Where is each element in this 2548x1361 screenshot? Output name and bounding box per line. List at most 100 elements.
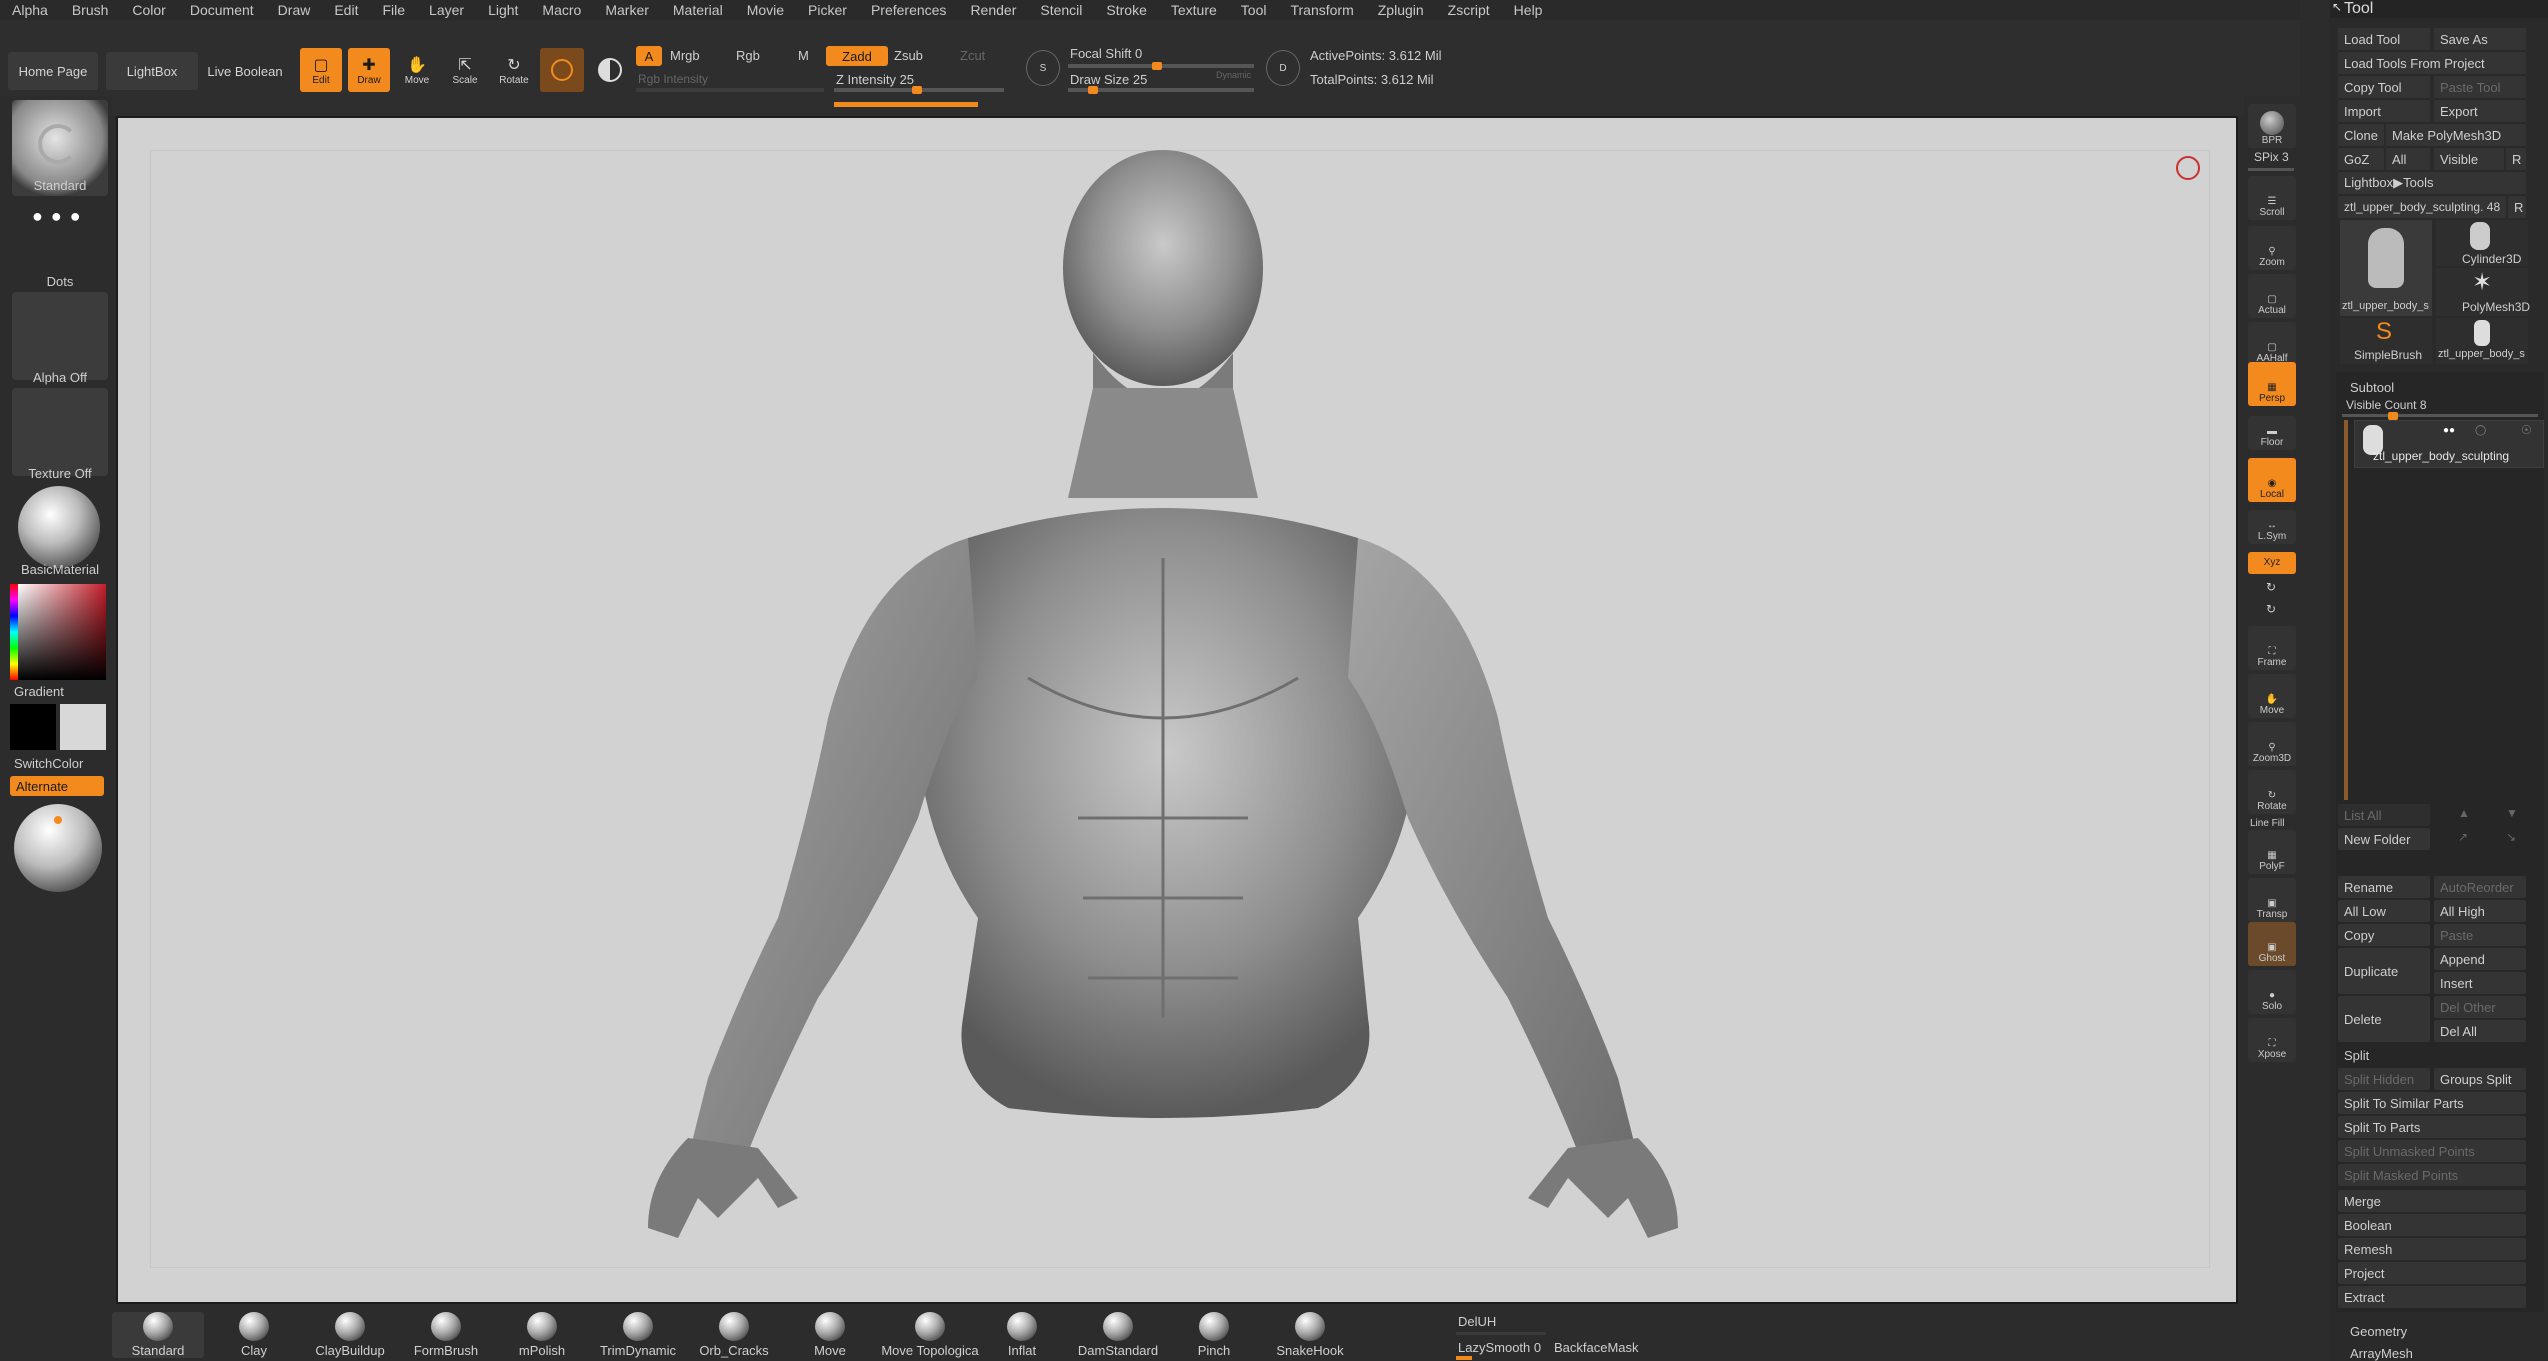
tool-thumb-upper-body-2[interactable]: ztl_upper_body_s	[2436, 318, 2528, 364]
aahalf-button[interactable]: ▢ AAHalf	[2248, 322, 2296, 366]
xpose-button[interactable]: ⛶ Xpose	[2248, 1018, 2296, 1062]
tool-thumb-simplebrush[interactable]: S SimpleBrush	[2340, 318, 2432, 364]
gyro-toggle-button[interactable]	[590, 48, 630, 92]
zoom-button[interactable]: ⚲ Zoom	[2248, 226, 2296, 270]
line-fill-label[interactable]: Line Fill	[2250, 818, 2284, 829]
menu-light[interactable]: Light	[488, 2, 518, 18]
zoom3d-button[interactable]: ⚲ Zoom3D	[2248, 722, 2296, 766]
ghost-button[interactable]: ▣ Ghost	[2248, 922, 2296, 966]
folder-move-down-icon[interactable]: ↘	[2506, 830, 2516, 844]
subtool-item[interactable]: ●● ◯ ☉ ztl_upper_body_sculpting	[2354, 420, 2544, 468]
deluh-button[interactable]: DelUH	[1458, 1314, 1496, 1329]
list-all-button[interactable]: List All	[2338, 804, 2430, 826]
brush-snakehook[interactable]: SnakeHook	[1264, 1312, 1356, 1358]
autoreorder-button[interactable]: AutoReorder	[2434, 876, 2526, 898]
xyz-button[interactable]: Xyz	[2248, 552, 2296, 574]
light-position-dot[interactable]	[54, 816, 62, 824]
current-tool-slider[interactable]: ztl_upper_body_sculpting. 48	[2338, 196, 2506, 218]
split-similar-button[interactable]: Split To Similar Parts	[2338, 1092, 2526, 1114]
subtool-visibility-icon[interactable]: ●●	[2443, 425, 2455, 436]
scroll-button[interactable]: ☰ Scroll	[2248, 176, 2296, 220]
rename-button[interactable]: Rename	[2338, 876, 2430, 898]
rgb-intensity-track[interactable]	[636, 88, 824, 92]
geometry-header[interactable]: Geometry	[2350, 1324, 2407, 1339]
alternate-button[interactable]: Alternate	[10, 776, 104, 796]
a-toggle[interactable]: A	[636, 46, 662, 66]
menu-preferences[interactable]: Preferences	[871, 2, 946, 18]
visible-count-slider[interactable]: Visible Count 8	[2346, 398, 2427, 412]
local-button[interactable]: ◉ Local	[2248, 458, 2296, 502]
spix-slider[interactable]	[2248, 168, 2294, 171]
home-page-button[interactable]: Home Page	[8, 52, 98, 90]
load-tools-from-project-button[interactable]: Load Tools From Project	[2338, 52, 2526, 74]
brush-inflat[interactable]: Inflat	[976, 1312, 1068, 1358]
brush-mpolish[interactable]: mPolish	[496, 1312, 588, 1358]
subtool-scrollbar[interactable]	[2344, 420, 2348, 800]
rotate-y-icon[interactable]: ↻	[2266, 580, 2276, 594]
m-toggle[interactable]: M	[798, 48, 809, 63]
all-high-button[interactable]: All High	[2434, 900, 2526, 922]
zadd-toggle[interactable]: Zadd	[826, 46, 888, 66]
goz-all-button[interactable]: All	[2386, 148, 2430, 170]
insert-button[interactable]: Insert	[2434, 972, 2526, 994]
paste-subtool-button[interactable]: Paste	[2434, 924, 2526, 946]
dynamic-toggle[interactable]: Dynamic	[1216, 70, 1251, 80]
current-tool-r-button[interactable]: R	[2508, 196, 2526, 218]
project-header[interactable]: Project	[2338, 1262, 2526, 1284]
z-intensity-label[interactable]: Z Intensity 25	[836, 72, 914, 87]
sculpt-model[interactable]	[118, 118, 2240, 1306]
zsub-toggle[interactable]: Zsub	[894, 48, 923, 63]
rotate-z-icon[interactable]: ↻	[2266, 602, 2276, 616]
menu-zscript[interactable]: Zscript	[1448, 2, 1490, 18]
menu-edit[interactable]: Edit	[334, 2, 358, 18]
sphere-material-button[interactable]	[540, 48, 584, 92]
menu-marker[interactable]: Marker	[605, 2, 649, 18]
spix-label[interactable]: SPix 3	[2254, 150, 2289, 164]
texture-thumb[interactable]	[12, 388, 108, 476]
tool-panel-title[interactable]: ↖ Tool	[2330, 0, 2548, 18]
polyf-button[interactable]: ▦ PolyF	[2248, 830, 2296, 874]
clone-button[interactable]: Clone	[2338, 124, 2384, 146]
canvas-viewport[interactable]	[116, 116, 2238, 1304]
move-nav-button[interactable]: ✋ Move	[2248, 674, 2296, 718]
menu-help[interactable]: Help	[1514, 2, 1543, 18]
draw-size-knob[interactable]	[1088, 86, 1098, 94]
brush-formbrush[interactable]: FormBrush	[400, 1312, 492, 1358]
menu-brush[interactable]: Brush	[72, 2, 109, 18]
boolean-header[interactable]: Boolean	[2338, 1214, 2526, 1236]
lazysmooth-slider[interactable]: LazySmooth 0	[1458, 1340, 1541, 1355]
menu-document[interactable]: Document	[190, 2, 254, 18]
arraymesh-header[interactable]: ArrayMesh	[2350, 1346, 2413, 1361]
menu-picker[interactable]: Picker	[808, 2, 847, 18]
subtool-polypaint-icon[interactable]: ◯	[2475, 425, 2486, 436]
menu-draw[interactable]: Draw	[278, 2, 311, 18]
brush-orb-cracks[interactable]: Orb_Cracks	[688, 1312, 780, 1358]
visible-count-track[interactable]	[2342, 412, 2538, 420]
brush-standard[interactable]: Standard	[112, 1312, 204, 1358]
live-boolean-button[interactable]: Live Boolean	[200, 52, 290, 90]
split-hidden-button[interactable]: Split Hidden	[2338, 1068, 2430, 1090]
export-button[interactable]: Export	[2434, 100, 2526, 122]
menu-stencil[interactable]: Stencil	[1040, 2, 1082, 18]
lightbox-button[interactable]: LightBox	[106, 52, 198, 90]
draw-mode-button[interactable]: ✚ Draw	[348, 48, 390, 92]
mrgb-toggle[interactable]: Mrgb	[670, 48, 700, 63]
goz-button[interactable]: GoZ	[2338, 148, 2384, 170]
lsym-button[interactable]: ↔ L.Sym	[2248, 510, 2296, 544]
brush-move-topological[interactable]: Move Topologica	[880, 1312, 980, 1358]
split-parts-button[interactable]: Split To Parts	[2338, 1116, 2526, 1138]
make-polymesh-button[interactable]: Make PolyMesh3D	[2386, 124, 2526, 146]
move-mode-button[interactable]: ✋ Move	[396, 48, 438, 92]
light-sphere[interactable]	[14, 804, 102, 892]
menu-macro[interactable]: Macro	[542, 2, 581, 18]
zcut-toggle[interactable]: Zcut	[960, 48, 985, 63]
rgb-toggle[interactable]: Rgb	[736, 48, 760, 63]
menu-texture[interactable]: Texture	[1171, 2, 1217, 18]
menu-transform[interactable]: Transform	[1290, 2, 1353, 18]
frame-button[interactable]: ⛶ Frame	[2248, 626, 2296, 670]
z-intensity-slider[interactable]	[834, 86, 1004, 94]
arrow-up-icon[interactable]: ▲	[2458, 806, 2470, 820]
subtool-header[interactable]: Subtool	[2350, 380, 2394, 395]
new-folder-button[interactable]: New Folder	[2338, 828, 2430, 850]
deluh-slider[interactable]	[1456, 1332, 1546, 1335]
